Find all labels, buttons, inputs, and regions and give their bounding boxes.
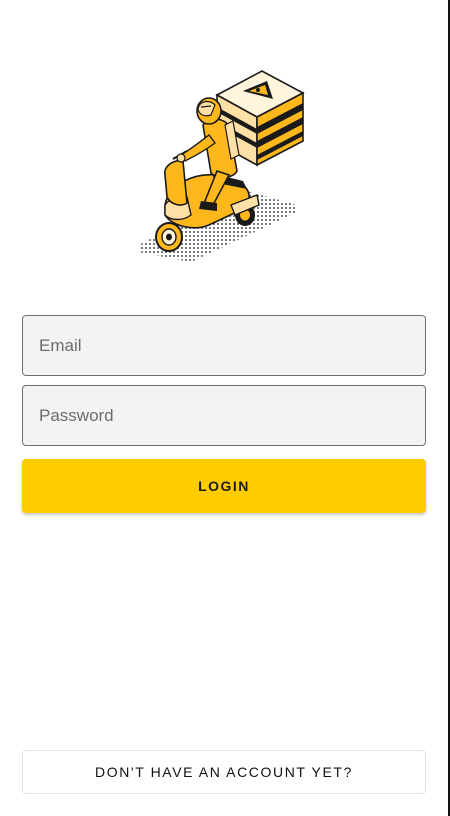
password-input[interactable] <box>37 404 411 427</box>
signup-link-button[interactable]: DON'T HAVE AN ACCOUNT YET? <box>22 750 426 794</box>
delivery-scooter-illustration <box>125 55 325 270</box>
login-button[interactable]: LOGIN <box>22 459 426 513</box>
email-input[interactable] <box>37 334 411 357</box>
scooter-rider-icon <box>139 70 305 262</box>
login-screen: LOGIN DON'T HAVE AN ACCOUNT YET? <box>0 0 450 816</box>
email-field[interactable] <box>22 315 426 376</box>
password-field[interactable] <box>22 385 426 446</box>
